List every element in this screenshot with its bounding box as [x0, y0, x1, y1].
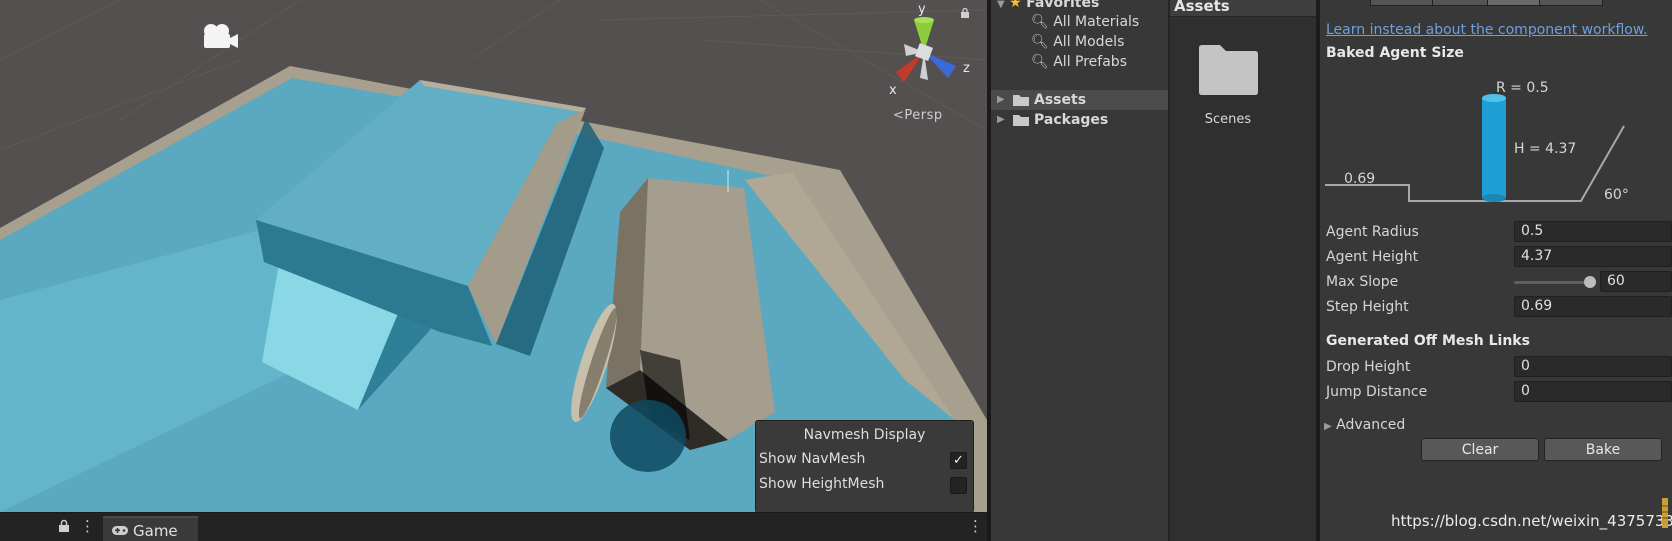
tree-item-label: Assets	[1034, 92, 1087, 108]
tab-game-label: Game	[133, 522, 178, 540]
agent-radius-field[interactable]: 0.5	[1514, 221, 1672, 242]
project-tree: ▼ ★ Favorites 🔍︎ All Materials 🔍︎ All Mo…	[991, 0, 1168, 541]
max-slope-slider-handle[interactable]	[1584, 276, 1596, 288]
agent-height-label: Agent Height	[1326, 249, 1419, 265]
advanced-foldout[interactable]: ▶ Advanced	[1324, 414, 1405, 436]
search-icon: 🔍︎	[1031, 34, 1049, 50]
favorite-item-label: All Prefabs	[1053, 54, 1127, 70]
gizmo-z-label: z	[963, 61, 970, 76]
expand-arrow-icon: ▶	[1324, 421, 1332, 432]
tree-item-packages[interactable]: ▶ Packages	[991, 110, 1168, 130]
tab-object[interactable]	[1539, 0, 1603, 6]
diagram-slope-label: 60°	[1604, 187, 1629, 203]
gizmo-x-label: x	[889, 83, 897, 98]
step-height-label: Step Height	[1326, 299, 1409, 315]
gizmo-y-label: y	[918, 2, 926, 17]
tree-item-assets[interactable]: ▶ Assets	[991, 90, 1168, 110]
asset-item-label: Scenes	[1204, 112, 1252, 127]
show-heightmesh-label: Show HeightMesh	[759, 476, 885, 492]
jump-distance-field[interactable]: 0	[1514, 381, 1672, 402]
baked-agent-size-title: Baked Agent Size	[1326, 45, 1464, 61]
bake-button[interactable]: Bake	[1544, 438, 1662, 461]
navmesh-display-title: Navmesh Display	[803, 427, 926, 443]
resize-grip-icon[interactable]	[1660, 498, 1670, 528]
folder-icon	[1013, 95, 1029, 106]
orientation-gizmo[interactable]	[884, 10, 964, 90]
clear-button[interactable]: Clear	[1421, 438, 1539, 461]
favorite-item-all-materials[interactable]: 🔍︎ All Materials	[1031, 12, 1139, 32]
search-icon: 🔍︎	[1031, 54, 1049, 70]
search-icon: 🔍︎	[1031, 14, 1049, 30]
favorite-item-label: All Materials	[1053, 14, 1140, 30]
checkmark-icon: ✓	[953, 453, 964, 468]
navigation-inspector: Learn instead about the component workfl…	[1320, 0, 1672, 541]
step-height-field[interactable]: 0.69	[1514, 296, 1672, 317]
projection-toggle[interactable]: <Persp	[893, 108, 943, 123]
camera-icon	[204, 24, 238, 48]
favorite-item-label: All Models	[1053, 34, 1125, 50]
show-navmesh-checkbox[interactable]: ✓	[950, 452, 967, 469]
lock-icon[interactable]	[58, 519, 70, 533]
max-slope-field[interactable]: 60	[1600, 271, 1672, 292]
agent-height-field[interactable]: 4.37	[1514, 246, 1672, 267]
agent-radius-label: Agent Radius	[1326, 224, 1419, 240]
tab-agents[interactable]	[1370, 0, 1434, 6]
off-mesh-links-title: Generated Off Mesh Links	[1326, 333, 1530, 349]
assets-header: Assets	[1170, 0, 1316, 17]
jump-distance-label: Jump Distance	[1326, 384, 1428, 400]
kebab-menu-icon[interactable]: ⋮	[968, 519, 983, 534]
drop-height-label: Drop Height	[1326, 359, 1411, 375]
scene-view[interactable]: y z x <Persp Navmesh Display Show NavMes…	[0, 0, 987, 512]
expand-arrow-icon: ▼	[997, 0, 1005, 10]
expand-arrow-icon: ▶	[997, 114, 1005, 125]
advanced-label: Advanced	[1336, 417, 1406, 433]
tab-bake[interactable]	[1487, 0, 1541, 6]
star-icon: ★	[1009, 0, 1022, 11]
diagram-step-label: 0.69	[1344, 171, 1376, 187]
folder-icon	[1013, 115, 1029, 126]
max-slope-slider[interactable]	[1514, 281, 1589, 284]
persp-label: Persp	[904, 108, 943, 123]
folder-icon	[1199, 45, 1258, 95]
max-slope-label: Max Slope	[1326, 274, 1399, 290]
tab-game[interactable]: Game	[103, 516, 198, 541]
kebab-menu-icon[interactable]: ⋮	[80, 519, 95, 534]
tab-areas[interactable]	[1432, 0, 1489, 6]
drop-height-field[interactable]: 0	[1514, 356, 1672, 377]
assets-grid: Assets Scenes	[1170, 0, 1316, 541]
expand-arrow-icon: ▶	[997, 94, 1005, 105]
diagram-radius-label: R = 0.5	[1496, 80, 1549, 96]
favorite-item-all-models[interactable]: 🔍︎ All Models	[1031, 32, 1124, 52]
favorites-label: Favorites	[1026, 0, 1100, 11]
show-navmesh-label: Show NavMesh	[759, 451, 866, 467]
favorite-item-all-prefabs[interactable]: 🔍︎ All Prefabs	[1031, 52, 1127, 72]
tree-item-label: Packages	[1034, 112, 1109, 128]
navmesh-display-panel: Navmesh Display Show NavMesh ✓ Show Heig…	[755, 420, 974, 512]
component-workflow-link[interactable]: Learn instead about the component workfl…	[1326, 22, 1647, 38]
gamepad-icon	[112, 526, 128, 535]
agent-size-diagram	[1325, 94, 1625, 202]
bottom-tab-bar: ⋮ Game ⋮	[0, 512, 987, 541]
watermark-text: https://blog.csdn.net/weixin_43757333	[1391, 512, 1672, 530]
diagram-height-label: H = 4.37	[1514, 141, 1577, 157]
show-heightmesh-checkbox[interactable]	[950, 477, 967, 494]
persp-chevron-icon: <	[893, 108, 905, 123]
